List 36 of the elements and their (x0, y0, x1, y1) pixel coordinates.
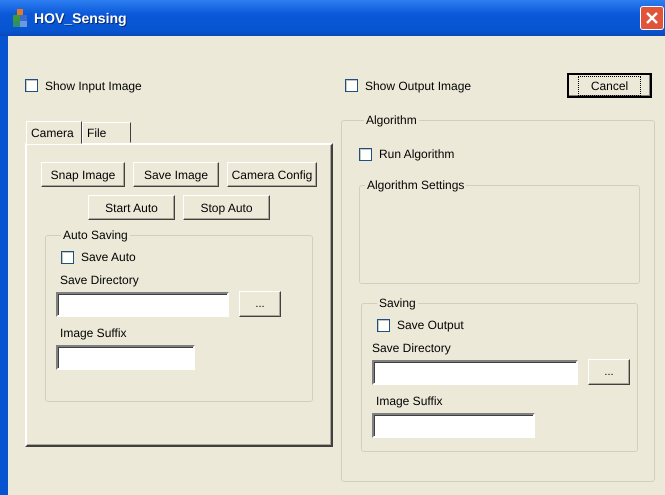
browse-button[interactable]: ... (588, 359, 630, 385)
tab[interactable]: File (82, 122, 131, 143)
checkbox-label: Save Auto (81, 250, 136, 264)
checkbox-label: Save Output (397, 318, 464, 332)
camera-button[interactable]: Start Auto (88, 195, 175, 220)
checkbox-label: Show Output Image (365, 78, 472, 92)
checkbox[interactable] (377, 318, 390, 332)
directory-field[interactable] (372, 360, 578, 384)
camera-button[interactable]: Camera Config (227, 162, 317, 187)
field-label: Save Directory (60, 273, 140, 287)
directory-field[interactable] (56, 292, 229, 316)
group-label: Auto Saving (62, 228, 129, 242)
camera-button[interactable]: Stop Auto (183, 195, 270, 220)
window-title: HOV_Sensing (34, 10, 127, 26)
checkbox[interactable] (25, 79, 38, 92)
group-label: Algorithm Settings (366, 178, 466, 192)
checkbox[interactable] (61, 250, 74, 264)
group-label: Algorithm (365, 113, 418, 127)
browse-button[interactable]: ... (239, 291, 281, 317)
suffix-field[interactable] (372, 413, 535, 438)
camera-button[interactable]: Snap Image (41, 162, 125, 187)
close-icon (646, 12, 658, 24)
field-label: Save Directory (372, 341, 452, 355)
app-icon (12, 9, 28, 27)
checkbox[interactable] (359, 148, 372, 160)
group-label: Saving (378, 296, 417, 310)
field-label: Image Suffix (60, 326, 128, 340)
close-button[interactable] (640, 6, 664, 30)
suffix-field[interactable] (56, 345, 195, 370)
checkbox[interactable] (345, 79, 358, 92)
checkbox-label: Run Algorithm (379, 147, 454, 161)
checkbox-label: Show Input Image (45, 78, 142, 92)
camera-button[interactable]: Save Image (133, 162, 219, 187)
cancel-button[interactable]: Cancel (567, 73, 652, 98)
field-label: Image Suffix (376, 394, 444, 408)
tab[interactable]: Camera (26, 121, 82, 144)
